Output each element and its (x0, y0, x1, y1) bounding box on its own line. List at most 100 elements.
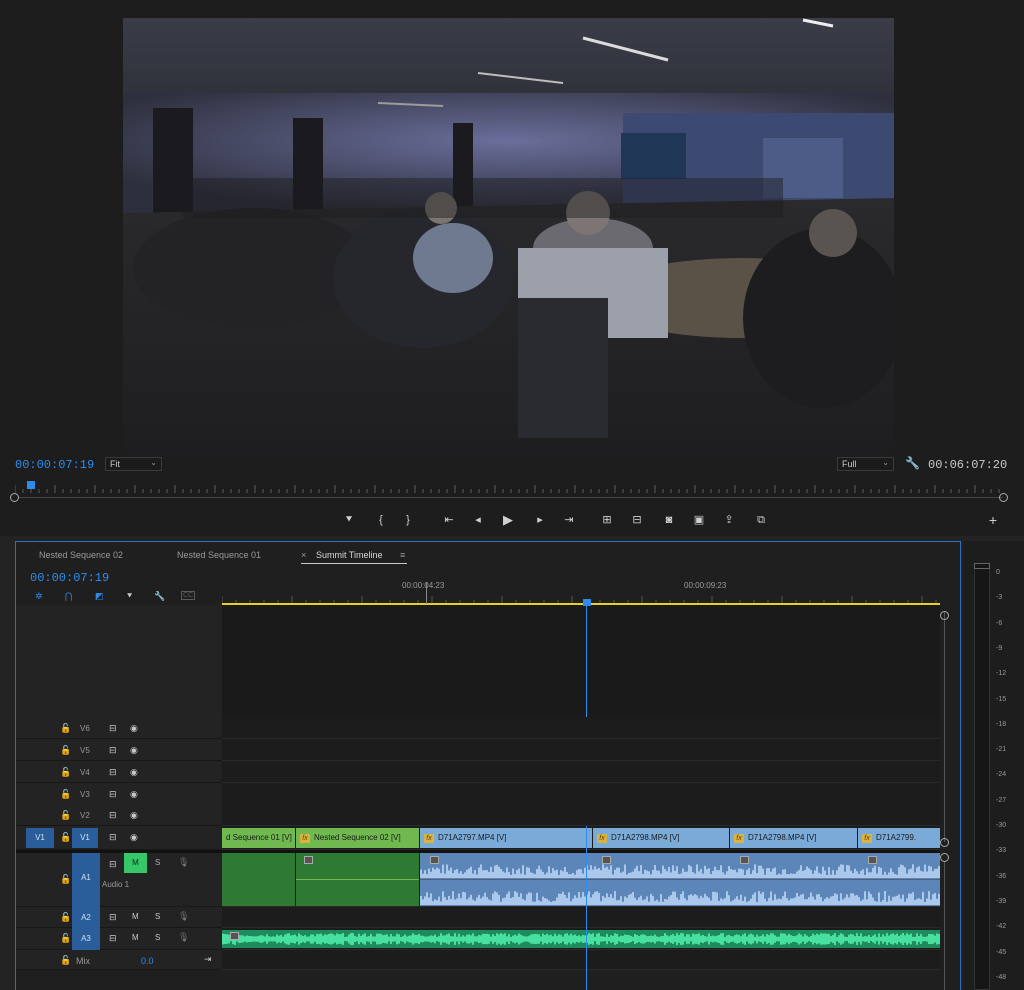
playhead-marker[interactable] (27, 481, 35, 489)
track-target-a3[interactable]: A3 (72, 928, 100, 950)
track-label[interactable]: V5 (80, 746, 90, 755)
solo-a2-button[interactable]: S (155, 912, 160, 921)
quality-dropdown[interactable]: Full ⌄ (837, 457, 894, 471)
tab-nested-sequence-01[interactable]: Nested Sequence 01 (177, 550, 261, 560)
scroll-handle[interactable] (940, 853, 949, 862)
eye-icon[interactable]: ◉ (130, 810, 138, 821)
lock-icon[interactable]: 🔓 (60, 912, 71, 923)
eye-icon[interactable]: ◉ (130, 723, 138, 734)
track-target-a2[interactable]: A2 (72, 907, 100, 928)
scroll-handle[interactable] (940, 838, 949, 847)
panel-menu-icon[interactable]: ≡ (400, 550, 405, 560)
go-to-end-icon[interactable]: ⇥ (204, 954, 212, 965)
go-to-in-icon[interactable]: ⇤ (441, 513, 457, 527)
close-tab-icon[interactable]: × (301, 550, 306, 560)
zoom-handle-right[interactable] (999, 493, 1008, 502)
video-scrollbar[interactable] (944, 612, 945, 842)
sync-lock-icon[interactable]: ⊟ (109, 832, 117, 843)
program-video-frame[interactable] (123, 18, 894, 453)
mark-out-icon[interactable]: } (400, 513, 416, 527)
audio-clip-nested-02[interactable] (296, 853, 419, 906)
lock-icon[interactable]: 🔓 (60, 767, 71, 778)
linked-selection-icon[interactable]: ◩ (95, 591, 104, 602)
track-label[interactable]: V3 (80, 790, 90, 799)
clip-d71a2799-v[interactable]: fx D71A2799. (858, 828, 940, 848)
tab-summit-timeline[interactable]: Summit Timeline (316, 550, 383, 560)
go-to-out-icon[interactable]: ⇥ (561, 513, 577, 527)
audio-clip-nested-01[interactable] (222, 853, 295, 906)
nest-toggle-icon[interactable]: ✲ (35, 591, 43, 602)
sync-lock-icon[interactable]: ⊟ (109, 767, 117, 778)
lift-icon[interactable]: ⊞ (599, 513, 615, 527)
source-patch-v1[interactable]: V1 (26, 828, 54, 848)
eye-icon[interactable]: ◉ (130, 767, 138, 778)
monitor-ruler[interactable] (14, 479, 1005, 493)
track-label[interactable]: V2 (80, 811, 90, 820)
current-timecode[interactable]: 00:00:07:19 (15, 458, 94, 472)
sync-lock-icon[interactable]: ⊟ (109, 745, 117, 756)
mark-in-icon[interactable]: { (373, 513, 389, 527)
comparison-view-icon[interactable]: ▣ (691, 513, 707, 527)
eye-icon[interactable]: ◉ (130, 832, 138, 843)
clip-d71a2798-v-2[interactable]: fx D71A2798.MP4 [V] (730, 828, 857, 848)
sync-lock-icon[interactable]: ⊟ (109, 912, 117, 923)
add-marker-icon[interactable]: ⯆ (341, 513, 357, 527)
sync-lock-icon[interactable]: ⊟ (109, 789, 117, 800)
zoom-handle-left[interactable] (10, 493, 19, 502)
meter-clip-indicator[interactable] (974, 563, 990, 569)
timeline-playhead-handle[interactable] (583, 599, 591, 606)
lock-icon[interactable]: 🔓 (60, 810, 71, 821)
eye-icon[interactable]: ◉ (130, 789, 138, 800)
sync-lock-icon[interactable]: ⊟ (109, 810, 117, 821)
lock-icon[interactable]: 🔓 (60, 789, 71, 800)
lock-icon[interactable]: 🔓 (60, 832, 71, 843)
clip-d71a2798-v[interactable]: fx D71A2798.MP4 [V] (593, 828, 729, 848)
proxy-toggle-icon[interactable]: ⧉ (753, 513, 769, 527)
step-forward-icon[interactable]: ▸ (532, 513, 548, 527)
mute-a3-button[interactable]: M (132, 933, 139, 942)
microphone-icon[interactable]: 🎙 (178, 857, 189, 868)
mute-a1-button[interactable]: M (124, 853, 147, 873)
solo-a1-button[interactable]: S (155, 858, 160, 867)
step-back-icon[interactable]: ◂ (470, 513, 486, 527)
add-button-icon[interactable]: + (985, 513, 1001, 527)
sync-lock-icon[interactable]: ⊟ (109, 723, 117, 734)
timeline-timecode[interactable]: 00:00:07:19 (30, 571, 109, 585)
lock-icon[interactable]: 🔓 (60, 745, 71, 756)
mute-a2-button[interactable]: M (132, 912, 139, 921)
audio-waveform-a1[interactable] (420, 853, 940, 906)
track-label[interactable]: V6 (80, 724, 90, 733)
audio-waveform-a3[interactable] (222, 930, 940, 948)
sync-lock-icon[interactable]: ⊟ (109, 933, 117, 944)
microphone-icon[interactable]: 🎙 (178, 911, 189, 922)
add-marker-icon[interactable]: ⯆ (126, 591, 133, 602)
time-ruler[interactable]: 00:00:04:23 00:00:09:23 (222, 568, 940, 604)
extract-icon[interactable]: ⊟ (629, 513, 645, 527)
audio-scrollbar[interactable] (944, 862, 945, 990)
wrench-icon[interactable]: 🔧 (154, 591, 165, 602)
camera-icon[interactable]: ◙ (661, 513, 677, 527)
mix-volume-value[interactable]: 0.0 (141, 956, 154, 966)
eye-icon[interactable]: ◉ (130, 745, 138, 756)
solo-a3-button[interactable]: S (155, 933, 160, 942)
track-target-a1[interactable]: A1 (72, 853, 100, 907)
export-frame-icon[interactable]: ⇪ (721, 513, 737, 527)
scroll-handle[interactable] (940, 611, 949, 620)
snap-icon[interactable]: ⋂ (65, 591, 72, 602)
lock-icon[interactable]: 🔓 (60, 933, 71, 944)
track-label[interactable]: V4 (80, 768, 90, 777)
play-icon[interactable]: ▶ (500, 513, 516, 527)
tab-nested-sequence-02[interactable]: Nested Sequence 02 (39, 550, 123, 560)
clip-d71a2797-v[interactable]: fx D71A2797.MP4 [V] (420, 828, 592, 848)
zoom-bar[interactable] (18, 497, 1003, 498)
lock-icon[interactable]: 🔓 (60, 874, 71, 885)
captions-icon[interactable]: CC (181, 591, 196, 600)
lock-icon[interactable]: 🔓 (60, 955, 71, 966)
wrench-icon[interactable]: 🔧 (905, 456, 920, 470)
clip-nested-seq-02-v[interactable]: fx Nested Sequence 02 [V] (296, 828, 419, 848)
clip-nested-seq-01-v[interactable]: d Sequence 01 [V] (222, 828, 295, 848)
sync-lock-icon[interactable]: ⊟ (109, 859, 117, 870)
track-target-v1[interactable]: V1 (72, 828, 98, 848)
microphone-icon[interactable]: 🎙 (178, 932, 189, 943)
lock-icon[interactable]: 🔓 (60, 723, 71, 734)
